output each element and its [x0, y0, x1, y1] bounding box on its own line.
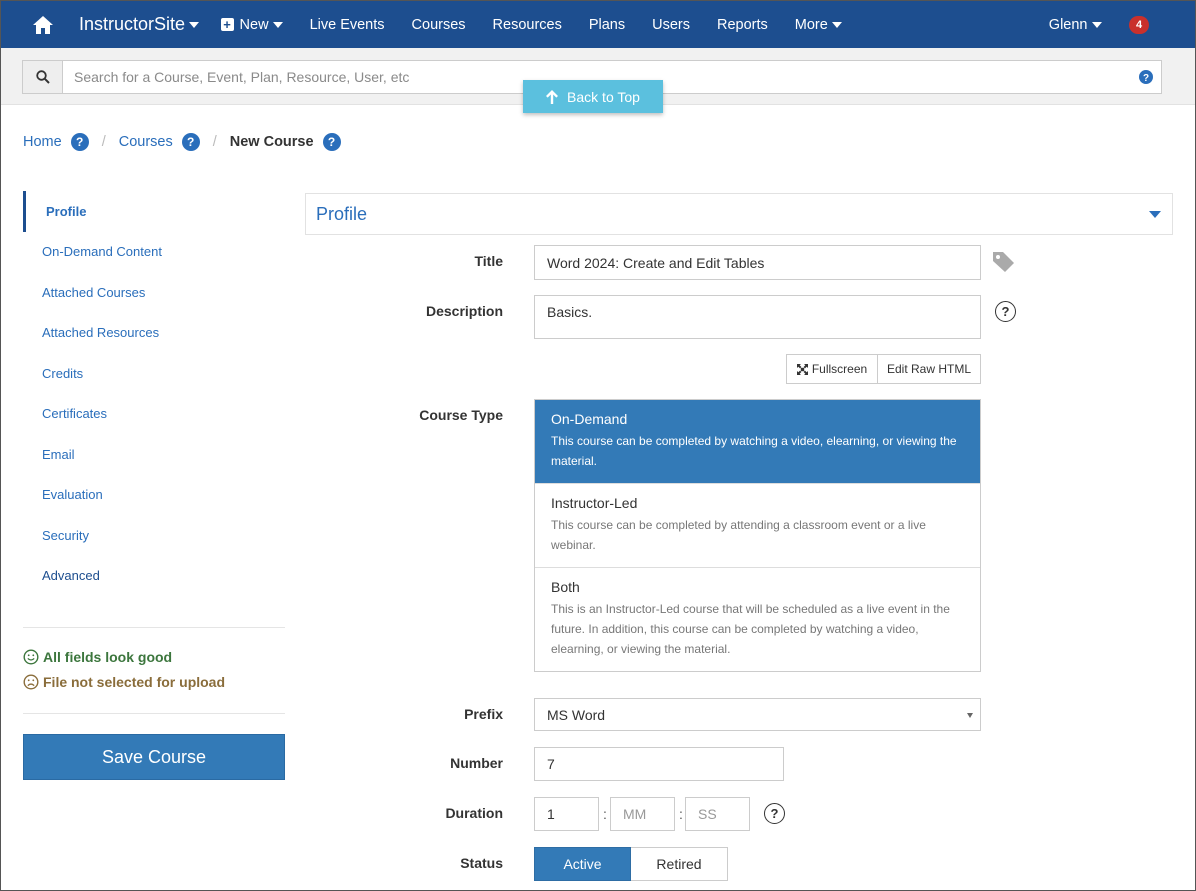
- course-type-desc: This is an Instructor-Led course that wi…: [551, 602, 950, 656]
- svg-text:?: ?: [1143, 73, 1149, 84]
- prefix-selected-value: MS Word: [547, 706, 606, 723]
- status-label: Status: [460, 855, 503, 871]
- sidebar-item-attached-resources[interactable]: Attached Resources: [23, 313, 285, 354]
- breadcrumb-separator: /: [212, 134, 217, 150]
- course-type-title: Instructor-Led: [551, 495, 638, 511]
- course-type-label: Course Type: [419, 407, 503, 423]
- course-type-desc: This course can be completed by attendin…: [551, 518, 926, 552]
- sidebar-item-advanced[interactable]: Advanced: [23, 556, 285, 597]
- chevron-down-icon: [189, 21, 200, 28]
- breadcrumb: Home ? / Courses ? / New Course ?: [23, 133, 341, 151]
- profile-panel-header[interactable]: Profile: [305, 193, 1173, 235]
- nav-courses[interactable]: Courses: [398, 1, 479, 48]
- sidebar-item-certificates[interactable]: Certificates: [23, 394, 285, 435]
- brand-menu[interactable]: InstructorSite: [79, 14, 200, 35]
- description-editor[interactable]: Basics.: [534, 295, 981, 339]
- course-type-desc: This course can be completed by watching…: [551, 434, 957, 468]
- duration-separator: :: [603, 806, 607, 822]
- nav-new-label: New: [239, 16, 269, 33]
- status-file-warning: File not selected for upload: [23, 674, 225, 690]
- sidebar-item-credits[interactable]: Credits: [23, 353, 285, 394]
- search-help-icon[interactable]: ?: [1131, 70, 1161, 84]
- notification-badge[interactable]: 4: [1129, 15, 1149, 34]
- nav-resources[interactable]: Resources: [479, 1, 575, 48]
- status-retired-button[interactable]: Retired: [631, 847, 728, 881]
- breadcrumb-current: New Course: [229, 134, 314, 150]
- course-type-both[interactable]: Both This is an Instructor-Led course th…: [535, 567, 980, 671]
- arrow-up-icon: [546, 89, 559, 104]
- brand-label: InstructorSite: [79, 14, 186, 34]
- sidebar-item-evaluation[interactable]: Evaluation: [23, 475, 285, 516]
- nav-new-menu[interactable]: + New: [207, 1, 296, 48]
- duration-seconds-input[interactable]: SS: [685, 797, 750, 831]
- back-to-top-label: Back to Top: [567, 88, 640, 105]
- status-active-button[interactable]: Active: [534, 847, 631, 881]
- chevron-down-icon: [1091, 21, 1102, 28]
- duration-hours-input[interactable]: 1: [534, 797, 599, 831]
- sidebar-item-email[interactable]: Email: [23, 434, 285, 475]
- course-type-title: Both: [551, 579, 580, 595]
- fullscreen-label: Fullscreen: [811, 362, 868, 376]
- chevron-down-icon[interactable]: [1149, 211, 1161, 218]
- sidebar-item-security[interactable]: Security: [23, 515, 285, 556]
- status-all-good: All fields look good: [23, 649, 172, 665]
- help-icon[interactable]: ?: [764, 803, 785, 824]
- course-type-on-demand[interactable]: On-Demand This course can be completed b…: [535, 400, 980, 483]
- smile-icon: [23, 649, 39, 665]
- fullscreen-button[interactable]: Fullscreen: [786, 354, 878, 384]
- search-icon: [23, 61, 63, 93]
- user-menu[interactable]: Glenn: [1035, 1, 1115, 48]
- status-warn-text: File not selected for upload: [43, 674, 226, 690]
- help-icon[interactable]: ?: [322, 133, 341, 151]
- panel-title: Profile: [316, 203, 368, 224]
- save-course-button[interactable]: Save Course: [23, 734, 285, 780]
- help-icon[interactable]: ?: [995, 301, 1016, 322]
- sidebar-nav: Profile On-Demand Content Attached Cours…: [23, 191, 285, 596]
- status-toggle: Active Retired: [534, 847, 728, 881]
- tag-icon[interactable]: [992, 251, 1016, 276]
- status-good-text: All fields look good: [43, 649, 173, 665]
- title-input[interactable]: Word 2024: Create and Edit Tables: [534, 245, 981, 280]
- sidebar-item-on-demand-content[interactable]: On-Demand Content: [23, 232, 285, 273]
- nav-reports[interactable]: Reports: [704, 1, 782, 48]
- home-icon[interactable]: [21, 1, 65, 48]
- title-label: Title: [474, 253, 503, 269]
- breadcrumb-separator: /: [101, 134, 106, 150]
- expand-icon: [796, 363, 808, 375]
- sidebar-divider: [23, 713, 285, 714]
- plus-square-icon: +: [220, 18, 234, 31]
- duration-separator: :: [679, 806, 683, 822]
- top-navbar: InstructorSite + New Live Events Courses…: [1, 1, 1195, 48]
- number-label: Number: [450, 755, 503, 771]
- help-icon[interactable]: ?: [70, 133, 89, 151]
- edit-raw-html-button[interactable]: Edit Raw HTML: [877, 354, 981, 384]
- chevron-down-icon: [272, 21, 283, 28]
- prefix-select[interactable]: MS Word: [534, 698, 981, 731]
- user-name: Glenn: [1048, 16, 1088, 33]
- description-label: Description: [425, 303, 503, 319]
- course-type-title: On-Demand: [551, 411, 628, 427]
- nav-more-menu[interactable]: More: [781, 1, 855, 48]
- chevron-down-icon: [831, 21, 842, 28]
- frown-icon: [23, 674, 39, 690]
- breadcrumb-courses[interactable]: Courses: [119, 134, 173, 150]
- back-to-top-button[interactable]: Back to Top: [523, 80, 663, 113]
- nav-more-label: More: [794, 16, 828, 33]
- chevron-down-icon: [967, 713, 973, 718]
- nav-plans[interactable]: Plans: [575, 1, 638, 48]
- duration-label: Duration: [445, 805, 503, 821]
- sidebar-item-profile[interactable]: Profile: [23, 191, 285, 232]
- help-icon[interactable]: ?: [181, 133, 200, 151]
- course-type-list: On-Demand This course can be completed b…: [534, 399, 981, 672]
- sidebar-divider: [23, 627, 285, 628]
- number-input[interactable]: 7: [534, 747, 784, 781]
- course-type-instructor-led[interactable]: Instructor-Led This course can be comple…: [535, 483, 980, 567]
- sidebar-item-attached-courses[interactable]: Attached Courses: [23, 272, 285, 313]
- breadcrumb-home[interactable]: Home: [23, 134, 62, 150]
- nav-live-events[interactable]: Live Events: [296, 1, 398, 48]
- prefix-label: Prefix: [464, 706, 503, 722]
- nav-users[interactable]: Users: [639, 1, 704, 48]
- duration-minutes-input[interactable]: MM: [610, 797, 675, 831]
